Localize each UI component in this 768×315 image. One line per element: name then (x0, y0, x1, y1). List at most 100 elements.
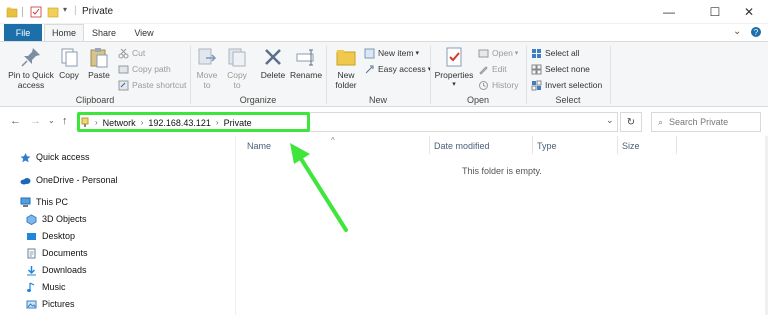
tab-view[interactable]: View (124, 24, 164, 41)
invert-selection-icon (531, 80, 542, 90)
copy-to-icon (228, 48, 246, 67)
paste-button[interactable]: Paste (86, 46, 112, 80)
cube-icon (26, 213, 37, 225)
column-separator[interactable] (676, 136, 677, 154)
nav-this-pc[interactable]: This PC (20, 195, 68, 209)
select-all-button[interactable]: Select all (531, 46, 580, 60)
back-arrow-icon[interactable]: ← (10, 115, 21, 127)
open-chevron-icon: ▾ (514, 50, 519, 57)
edit-label: Edit (492, 64, 507, 74)
search-input[interactable]: ⌕ Search Private (651, 112, 761, 132)
minimize-button[interactable]: — (650, 0, 688, 24)
nav-documents[interactable]: Documents (26, 246, 88, 260)
new-folder-button[interactable]: New folder (330, 46, 362, 90)
search-icon: ⌕ (658, 116, 664, 127)
cut-button[interactable]: Cut (118, 46, 145, 60)
copy-path-button[interactable]: Copy path (118, 62, 171, 76)
select-all-icon (532, 48, 541, 58)
copy-to-button[interactable]: Copy to (224, 46, 250, 90)
nav-onedrive[interactable]: OneDrive - Personal (20, 173, 118, 187)
select-none-label: Select none (545, 64, 590, 74)
delete-icon (265, 49, 281, 65)
invert-selection-button[interactable]: Invert selection (531, 78, 602, 92)
address-dropdown-chevron-icon[interactable]: ⌄ (606, 115, 614, 126)
column-separator[interactable] (532, 136, 533, 154)
cut-label: Cut (132, 48, 146, 58)
refresh-button[interactable]: ↻ (620, 112, 642, 132)
nav-documents-label: Documents (42, 248, 88, 258)
edit-button[interactable]: Edit (478, 62, 507, 76)
pin-icon (21, 48, 40, 67)
close-button[interactable]: ✕ (730, 0, 768, 24)
help-icon[interactable]: ? (750, 26, 762, 38)
properties-quick-icon[interactable] (30, 6, 42, 18)
new-folder-label: New folder (335, 70, 357, 90)
tab-share[interactable]: Share (84, 24, 124, 41)
scissors-icon (118, 48, 129, 58)
recent-locations-chevron-icon[interactable]: ⌄ (48, 116, 55, 125)
nav-downloads[interactable]: Downloads (26, 263, 87, 277)
new-folder-quick-icon[interactable] (47, 6, 59, 18)
rename-button[interactable]: Rename (290, 46, 322, 80)
desktop-icon (27, 232, 36, 240)
title-separator: | (74, 5, 77, 16)
history-button[interactable]: History (478, 78, 518, 92)
document-icon (27, 248, 36, 258)
nav-pictures[interactable]: Pictures (26, 297, 75, 311)
group-label-select: Select (555, 95, 581, 105)
copy-button[interactable]: Copy (58, 46, 80, 80)
group-separator (610, 46, 611, 104)
nav-music[interactable]: Music (26, 280, 66, 294)
rename-label: Rename (289, 70, 323, 80)
easy-access-label: Easy access (378, 64, 426, 74)
column-header-size[interactable]: Size (622, 141, 640, 151)
search-placeholder: Search Private (669, 117, 729, 127)
group-label-open: Open (466, 95, 490, 105)
folder-icon (6, 7, 18, 18)
delete-button[interactable]: Delete (258, 46, 288, 80)
nav-this-pc-label: This PC (36, 197, 69, 207)
computer-icon (20, 197, 31, 207)
move-to-label: Move to (196, 70, 218, 90)
nav-quick-access[interactable]: Quick access (20, 150, 90, 164)
tab-home[interactable]: Home (44, 24, 84, 41)
nav-3d-objects[interactable]: 3D Objects (26, 212, 87, 226)
open-button[interactable]: Open ▾ (478, 46, 518, 60)
empty-folder-message: This folder is empty. (462, 166, 542, 176)
nav-downloads-label: Downloads (42, 265, 87, 275)
new-item-button[interactable]: New item ▾ (364, 46, 419, 60)
column-header-type[interactable]: Type (537, 141, 557, 151)
refresh-icon: ↻ (626, 116, 636, 128)
select-none-button[interactable]: Select none (531, 62, 590, 76)
nav-desktop-label: Desktop (42, 231, 76, 241)
properties-button[interactable]: Properties ▾ (434, 46, 474, 90)
copy-to-label: Copy to (227, 70, 247, 90)
copy-label: Copy (59, 70, 79, 80)
column-header-name[interactable]: Name (247, 141, 271, 151)
annotation-arrow-icon (290, 143, 348, 232)
pane-divider[interactable] (235, 136, 236, 315)
forward-arrow-icon[interactable]: → (30, 115, 41, 127)
paste-shortcut-label: Paste shortcut (132, 80, 187, 90)
maximize-button[interactable]: ☐ (696, 0, 734, 24)
tab-file[interactable]: File (4, 24, 42, 41)
move-to-button[interactable]: Move to (194, 46, 220, 90)
easy-access-button[interactable]: Easy access ▾ (364, 62, 431, 76)
paste-shortcut-button[interactable]: Paste shortcut (118, 78, 186, 92)
open-label: Open (492, 48, 513, 58)
column-separator[interactable] (429, 136, 430, 154)
properties-chevron-icon: ▾ (452, 81, 456, 88)
customize-toolbar-chevron-icon[interactable]: ▾ (63, 5, 67, 14)
history-icon (479, 80, 488, 90)
nav-quick-access-label: Quick access (36, 152, 90, 162)
up-arrow-icon[interactable]: ↑ (62, 115, 68, 127)
column-header-date-modified[interactable]: Date modified (434, 141, 490, 151)
paste-icon (90, 48, 108, 68)
window-title: Private (82, 6, 114, 17)
group-label-new: New (368, 95, 387, 105)
nav-desktop[interactable]: Desktop (26, 229, 75, 243)
pin-quick-access-button[interactable]: Pin to Quick access (6, 46, 56, 90)
expand-ribbon-icon[interactable]: ⌄ (733, 26, 741, 37)
column-separator[interactable] (617, 136, 618, 154)
new-folder-icon (336, 50, 356, 66)
